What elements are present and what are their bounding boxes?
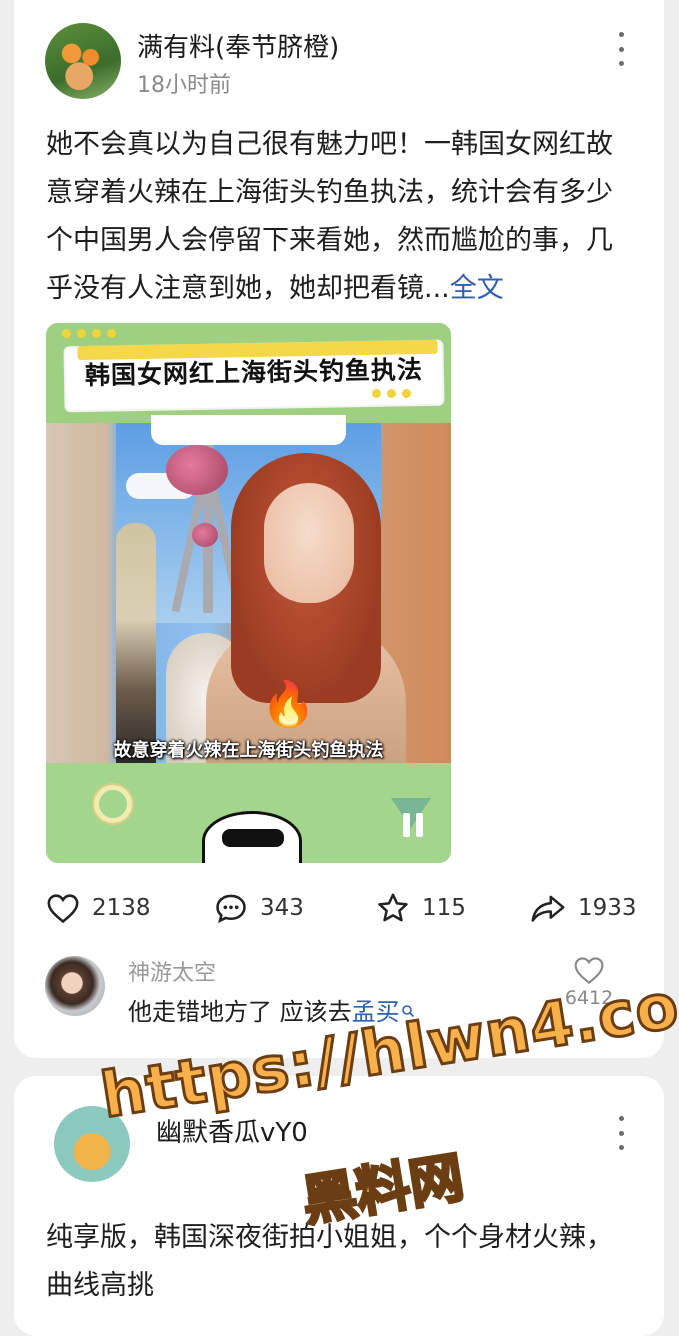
share-arrow-icon (531, 895, 565, 922)
more-options-icon[interactable] (611, 32, 631, 66)
post-body: 她不会真以为自己很有魅力吧！一韩国女网红故意穿着火辣在上海街头钓鱼执法，统计会有… (46, 129, 613, 304)
heart-icon (47, 894, 79, 924)
video-frame: 🔥 (46, 415, 451, 763)
decoration-dots (372, 389, 411, 398)
comment-body: 他走错地方了 应该去 (128, 998, 352, 1026)
comment-text: 他走错地方了 应该去孟买 (128, 992, 415, 1027)
post-video[interactable]: 韩国女网红上海街头钓鱼执法 🔥 故意穿着火辣在上海街头钓鱼执法 (46, 323, 451, 863)
more-options-icon[interactable] (611, 1116, 631, 1150)
video-banner: 韩国女网红上海街头钓鱼执法 (65, 339, 443, 411)
post-card[interactable]: 幽默香瓜vY0 纯享版，韩国深夜街拍小姐姐，个个身材火辣，曲线高挑 (14, 1076, 664, 1336)
post-card[interactable]: 满有料(奉节脐橙) 18小时前 她不会真以为自己很有魅力吧！一韩国女网红故意穿着… (14, 0, 664, 1058)
commenter-name[interactable]: 神游太空 (128, 955, 216, 987)
share-count: 1933 (578, 895, 637, 921)
like-button[interactable]: 2138 (46, 893, 151, 924)
favorite-count: 115 (422, 895, 466, 921)
woman-face (264, 483, 354, 603)
video-banner-title: 韩国女网红上海街头钓鱼执法 (84, 355, 424, 390)
comment-search-link[interactable]: 孟买 (352, 998, 400, 1026)
video-caption: 故意穿着火辣在上海街头钓鱼执法 (113, 740, 384, 761)
pause-icon[interactable] (403, 813, 423, 837)
fire-emoji: 🔥 (261, 679, 316, 730)
author-avatar[interactable] (45, 23, 121, 99)
comment-count: 343 (260, 895, 304, 921)
ring-decoration (94, 785, 132, 823)
comment-icon (216, 894, 246, 924)
share-button[interactable]: 1933 (530, 893, 637, 923)
decoration-dots (62, 329, 116, 338)
heart-icon (574, 957, 604, 985)
search-icon[interactable] (401, 1004, 415, 1018)
comment-like-button[interactable]: 6412 (562, 955, 616, 1009)
favorite-button[interactable]: 115 (376, 893, 466, 923)
post-text[interactable]: 她不会真以为自己很有魅力吧！一韩国女网红故意穿着火辣在上海街头钓鱼执法，统计会有… (46, 121, 626, 313)
comment-like-count: 6412 (564, 987, 614, 1009)
post-text[interactable]: 纯享版，韩国深夜街拍小姐姐，个个身材火辣，曲线高挑 (46, 1214, 626, 1310)
author-name[interactable]: 幽默香瓜vY0 (156, 1112, 308, 1149)
sunglasses-icon (222, 829, 284, 847)
full-text-link[interactable]: 全文 (450, 273, 504, 304)
commenter-avatar[interactable] (45, 956, 105, 1016)
like-count: 2138 (92, 895, 151, 921)
post-time: 18小时前 (137, 73, 231, 98)
comment-button[interactable]: 343 (214, 893, 304, 924)
author-avatar[interactable] (54, 1106, 130, 1182)
author-name[interactable]: 满有料(奉节脐橙) (137, 27, 339, 64)
star-icon (378, 893, 408, 922)
